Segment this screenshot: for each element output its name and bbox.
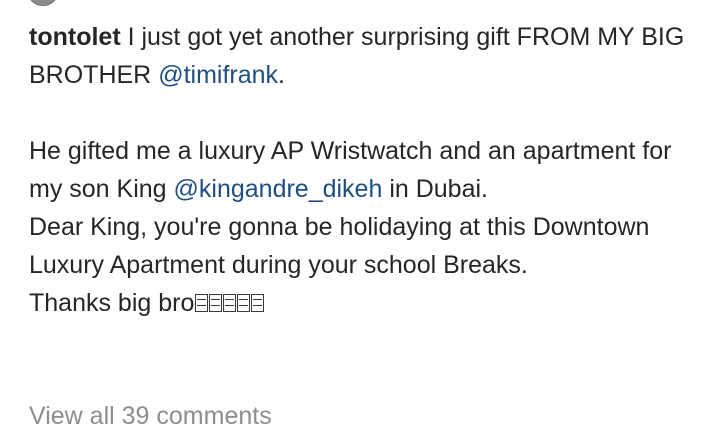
caption-text-1: I just got yet another surprising gift F… <box>29 23 685 89</box>
caption-paragraph-3: Dear King, you're gonna be holidaying at… <box>29 213 650 279</box>
mention-link-timifrank[interactable]: @timifrank <box>158 61 278 89</box>
caption-text-4: Thanks big bro <box>29 289 195 317</box>
caption-paragraph-2: He gifted me a luxury AP Wristwatch and … <box>29 132 705 208</box>
avatar[interactable] <box>27 0 59 6</box>
emoji-placeholder-icon <box>223 294 237 312</box>
emoji-placeholder-icon <box>237 294 251 312</box>
view-all-comments-link[interactable]: View all 39 comments <box>29 398 272 434</box>
emoji-placeholder-icon <box>195 294 209 312</box>
emoji-placeholder-icon <box>251 294 265 312</box>
caption-paragraph-4: Thanks big bro <box>29 284 705 322</box>
emoji-group <box>194 284 265 322</box>
post-caption: tontolet I just got yet another surprisi… <box>29 18 705 322</box>
caption-text-1-end: . <box>278 61 285 89</box>
emoji-placeholder-icon <box>209 294 223 312</box>
header-text-cropped <box>66 0 71 7</box>
post-header-partial <box>0 0 720 8</box>
caption-text-2-end: in Dubai. <box>382 175 488 203</box>
caption-paragraph-1: tontolet I just got yet another surprisi… <box>29 18 705 94</box>
caption-username[interactable]: tontolet <box>29 23 121 51</box>
mention-link-kingandre[interactable]: @kingandre_dikeh <box>174 175 383 203</box>
